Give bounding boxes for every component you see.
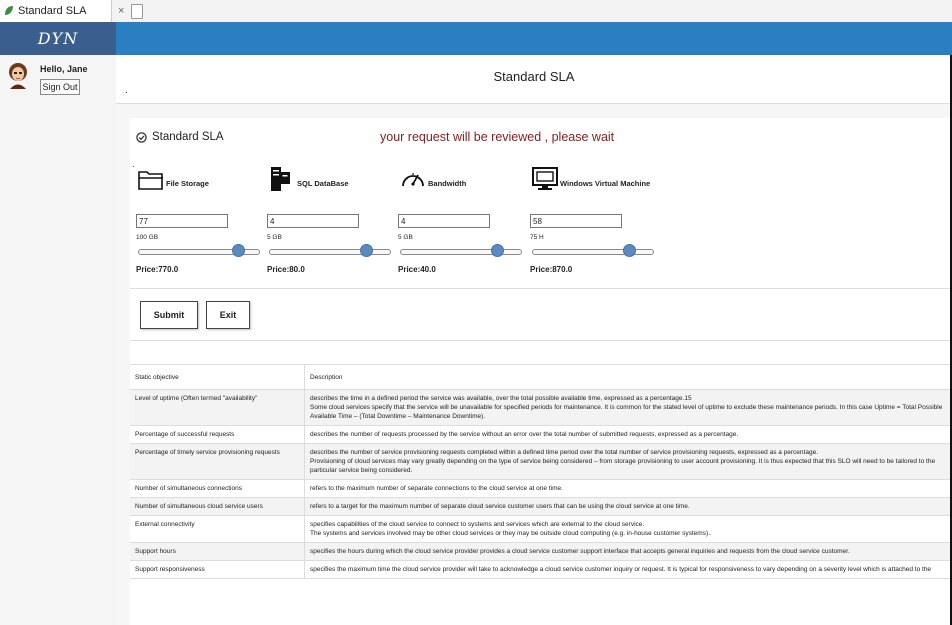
table-row: Number of simultaneous connections refer… [130,479,952,498]
submit-button[interactable]: Submit [140,301,198,329]
table-row: Number of simultaneous cloud service use… [130,497,952,516]
description-line: Some cloud services specify that the ser… [310,404,943,411]
description-line: describes the number of requests process… [310,431,739,438]
objective-cell: Level of uptime (Often termed "availabil… [130,389,305,426]
objective-cell: Support hours [130,542,305,561]
main-content: Standard SLA . your request will be revi… [116,104,952,625]
sla-dot: . [132,159,135,169]
description-cell: describes the number of service provisio… [304,443,952,480]
table-row: Support hours specifies the hours during… [130,542,952,561]
table-row: Percentage of timely service provisionin… [130,443,952,480]
sla-label: Standard SLA [152,131,224,143]
service-slider-thumb[interactable] [232,244,245,257]
service-slider-thumb[interactable] [491,244,504,257]
objective-cell: Number of simultaneous cloud service use… [130,497,305,516]
service-unit: 75 H [530,234,544,241]
description-cell: refers to a target for the maximum numbe… [304,497,952,516]
description-line: specifies capabilities of the cloud serv… [310,521,645,528]
objective-cell: Percentage of timely service provisionin… [130,443,305,480]
description-line: specifies the hours during which the clo… [310,548,850,555]
description-cell: describes the number of requests process… [304,425,952,444]
sign-out-button[interactable]: Sign Out [40,79,80,95]
app-logo: DYN [0,22,116,55]
user-sidebar: Hello, Jane Sign Out [0,55,117,625]
service-slider-thumb[interactable] [360,244,373,257]
description-cell: specifies the hours during which the clo… [304,542,952,561]
action-bar: Submit Exit [130,288,952,341]
column-header-description: Description [304,364,952,390]
leaf-favicon-icon [5,6,13,15]
description-line: refers to the maximum number of separate… [310,485,563,492]
service-unit: 100 GB [136,234,159,241]
table-row: Support responsiveness specifies the max… [130,560,952,579]
objective-cell: Number of simultaneous connections [130,479,305,498]
database-server-icon [271,167,290,191]
exit-button[interactable]: Exit [206,301,250,329]
service-quantity-input[interactable]: 4 [267,214,359,228]
header-dot: . [125,85,128,96]
description-line: Provisioning of cloud services may vary … [310,458,936,465]
description-line: describes the time in a defined period t… [310,395,692,402]
sla-objectives-table: Static objective Description Level of up… [130,364,952,579]
service-price: Price:870.0 [530,265,573,274]
service-name: File Storage [166,179,209,188]
service-price: Price:40.0 [398,265,436,274]
avatar [9,63,27,89]
sla-panel: Standard SLA . your request will be revi… [130,118,952,625]
page-title: Standard SLA [493,69,575,84]
service-name: Bandwidth [428,179,467,188]
column-header-objective: Static objective [130,364,305,390]
table-header-row: Static objective Description [130,364,952,390]
objective-cell: External connectivity [130,515,305,543]
browser-tab-title: Standard SLA [18,5,87,17]
service-unit: 5 GB [398,234,413,241]
browser-tab[interactable]: Standard SLA [0,0,112,22]
service-slider-thumb[interactable] [623,244,636,257]
speedometer-icon [402,173,424,187]
table-row: Percentage of successful requests descri… [130,425,952,444]
service-quantity-input[interactable]: 58 [530,214,622,228]
description-line: refers to a target for the maximum numbe… [310,503,690,510]
description-cell: describes the time in a defined period t… [304,389,952,426]
description-cell: specifies the maximum time the cloud ser… [304,560,952,579]
service-price: Price:770.0 [136,265,179,274]
browser-tab-strip: Standard SLA × [0,0,952,23]
service-quantity-input[interactable]: 4 [398,214,490,228]
folder-icon [138,171,163,190]
description-line: Available Time – (Total Downtime – Maint… [310,413,486,420]
description-line: The systems and services involved may be… [310,530,712,537]
description-cell: specifies capabilities of the cloud serv… [304,515,952,543]
service-name: Windows Virtual Machine [560,179,651,188]
description-line: specifies the maximum time the cloud ser… [310,566,932,573]
objective-cell: Support responsiveness [130,560,305,579]
table-row: Level of uptime (Often termed "availabil… [130,389,952,426]
description-cell: refers to the maximum number of separate… [304,479,952,498]
table-row: External connectivity specifies capabili… [130,515,952,543]
service-name: SQL DataBase [297,179,349,188]
user-greeting: Hello, Jane [40,64,88,74]
page-header: Standard SLA . [116,55,952,104]
app-header: DYN [0,22,952,55]
monitor-icon [532,167,558,190]
service-quantity-input[interactable]: 77 [136,214,228,228]
objective-cell: Percentage of successful requests [130,425,305,444]
status-message: your request will be reviewed , please w… [380,130,615,144]
tab-close-icon[interactable]: × [118,0,124,22]
description-line: describes the number of service provisio… [310,449,818,456]
browser-window: Standard SLA × DYN Hello, Jane Sign Out … [0,0,952,625]
new-tab-icon[interactable] [131,4,143,19]
service-unit: 5 GB [267,234,282,241]
check-circle-icon [136,132,147,143]
service-price: Price:80.0 [267,265,305,274]
description-line: particular service being considered. [310,467,413,474]
